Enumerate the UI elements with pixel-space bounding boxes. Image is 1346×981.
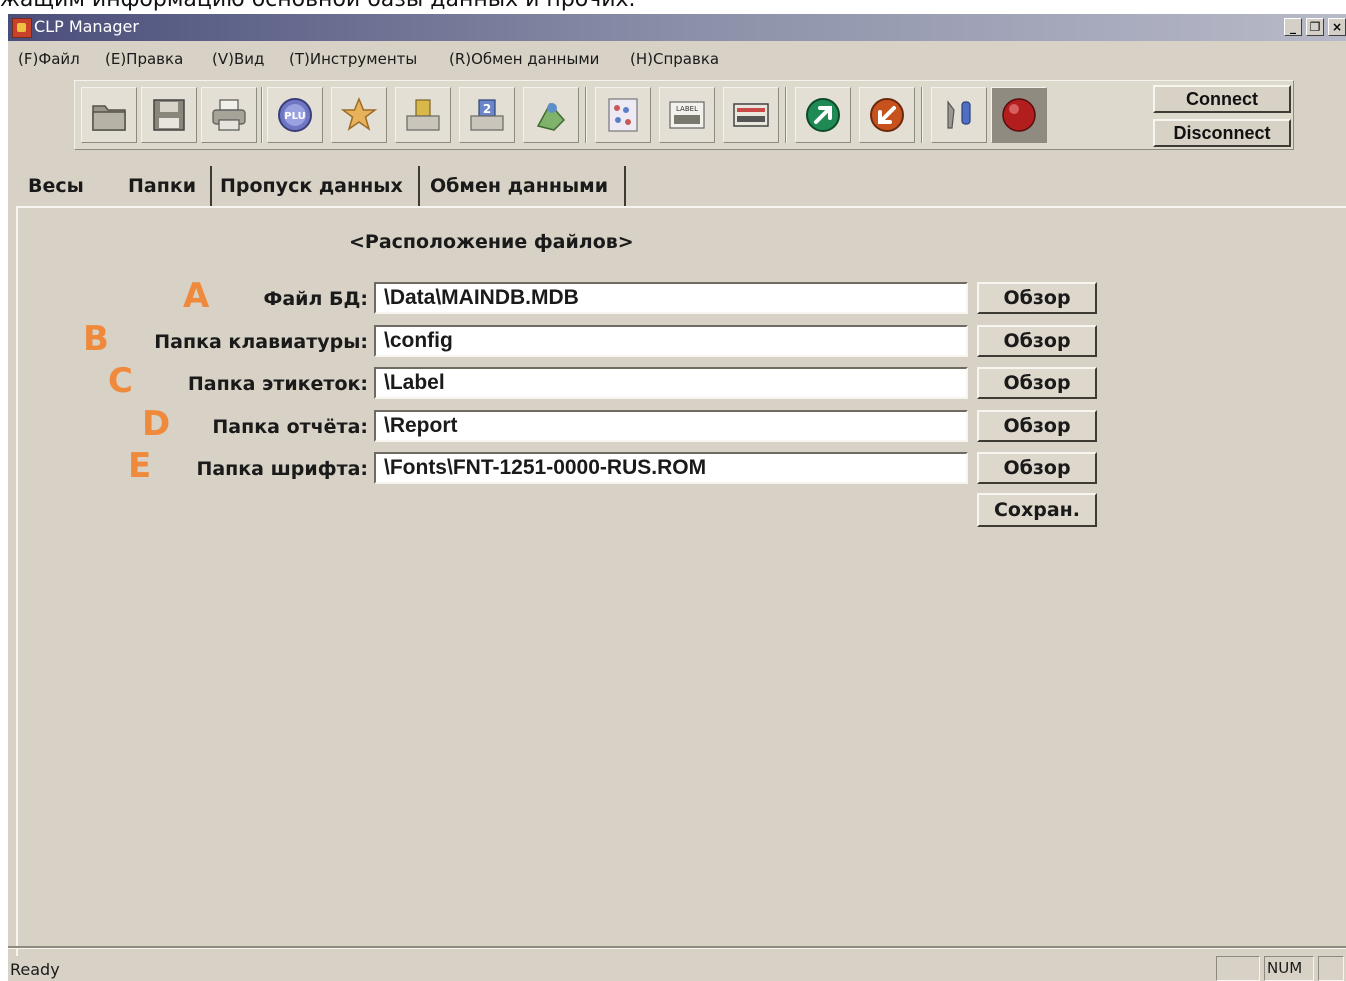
app-logo-icon [12,18,32,38]
menu-edit[interactable]: (E)Правка [105,50,183,68]
list-icon [608,98,638,132]
arrow-down-left-icon [870,98,904,132]
folder-icon [92,105,126,131]
status-text: Ready [10,960,60,979]
tab-data-skip[interactable]: Пропуск данных [212,166,420,206]
title-bar: CLP Manager _ ❐ × [8,14,1346,41]
browse-button[interactable]: Обзор [977,452,1097,484]
scale-2-icon: 2 [470,99,504,131]
label-icon: LABEL [669,101,705,129]
row-label: Папка этикеток: [187,373,368,395]
report-folder-field[interactable]: \Report [374,410,968,442]
menu-file[interactable]: (F)Файл [18,50,80,68]
tab-folders[interactable]: Папки [120,166,212,206]
open-button[interactable] [81,87,137,143]
receive-button[interactable] [859,87,915,143]
status-pane [1216,956,1260,981]
label-button[interactable]: LABEL [659,87,715,143]
tab-panel-border [16,206,1346,208]
section-title: <Расположение файлов> [349,231,634,253]
send-button[interactable] [795,87,851,143]
svg-text:2: 2 [483,102,491,116]
keyboard-folder-field[interactable]: \config [374,325,968,357]
settings-button[interactable] [931,87,987,143]
settings-row: D Папка отчёта: \Report Обзор [8,404,1346,444]
browse-button[interactable]: Обзор [977,410,1097,442]
list-button[interactable] [595,87,651,143]
settings-row: A Файл БД: \Data\MAINDB.MDB Обзор [8,276,1346,316]
tab-data-exchange[interactable]: Обмен данными [420,166,626,206]
menu-help[interactable]: (H)Справка [630,50,719,68]
toolbar-separator [261,87,263,143]
page-caption: жащим информацию основной базы данных и … [0,0,1346,13]
restore-icon[interactable]: ❐ [1306,18,1324,36]
scale-2-button[interactable]: 2 [459,87,515,143]
settings-row: B Папка клавиатуры: \config Обзор [8,319,1346,359]
disconnect-button[interactable]: Disconnect [1153,119,1291,147]
close-icon[interactable]: × [1328,18,1346,36]
plu-icon: PLU [278,98,312,132]
browse-button[interactable]: Обзор [977,282,1097,314]
annotation-letter: E [128,446,152,486]
clp-manager-window: CLP Manager _ ❐ × (F)Файл (E)Правка (V)В… [8,14,1346,981]
plu-icon-text: PLU [284,111,305,122]
status-pane [1318,956,1344,981]
print-button[interactable] [201,87,257,143]
toolbar-separator [585,87,587,143]
settings-row: C Папка этикеток: \Label Обзор [8,361,1346,401]
tab-scales[interactable]: Весы [28,166,118,206]
keyboard-icon [536,102,566,131]
row-label: Папка отчёта: [212,416,368,438]
browse-button[interactable]: Обзор [977,325,1097,357]
font-folder-field[interactable]: \Fonts\FNT-1251-0000-RUS.ROM [374,452,968,484]
row-label: Папка клавиатуры: [154,331,368,353]
num-lock-indicator: NUM [1264,956,1314,981]
save-icon [153,99,185,131]
menu-view[interactable]: (V)Вид [212,50,264,68]
menu-tools[interactable]: (T)Инструменты [289,50,417,68]
annotation-letter: D [142,404,171,444]
annotation-letter: A [183,276,210,316]
favorites-button[interactable] [331,87,387,143]
save-button[interactable]: Сохран. [977,493,1097,527]
toolbar-separator [921,87,923,143]
arrow-up-right-icon [806,98,840,132]
tab-bar: Весы Папки Пропуск данных Обмен данными [16,166,1336,206]
row-label: Папка шрифта: [196,458,368,480]
minimize-icon[interactable]: _ [1284,18,1302,36]
label-folder-field[interactable]: \Label [374,367,968,399]
save-file-button[interactable] [141,87,197,143]
record-icon [1002,98,1036,132]
menu-bar: (F)Файл (E)Правка (V)Вид (T)Инструменты … [8,45,1346,71]
annotation-letter: B [83,319,109,359]
store-button[interactable] [723,87,779,143]
settings-icon [947,100,971,129]
menu-data-exchange[interactable]: (R)Обмен данными [449,50,599,68]
db-file-field[interactable]: \Data\MAINDB.MDB [374,282,968,314]
browse-button[interactable]: Обзор [977,367,1097,399]
plu-button[interactable]: PLU [267,87,323,143]
keyboard-button[interactable] [523,87,579,143]
scale-icon [406,99,440,131]
toolbar-separator [785,87,787,143]
window-title: CLP Manager [34,17,139,36]
toolbar: PLU 2 LABEL Connect Disconnect [74,80,1294,150]
tab-panel-border [16,206,18,956]
settings-row: E Папка шрифта: \Fonts\FNT-1251-0000-RUS… [8,446,1346,486]
print-icon [212,99,246,131]
star-icon [340,97,378,131]
annotation-letter: C [108,361,133,401]
row-label: Файл БД: [263,288,368,310]
status-divider [8,948,1346,949]
label-icon-text: LABEL [676,105,698,113]
store-icon [733,103,769,127]
connect-button[interactable]: Connect [1153,85,1291,113]
record-button[interactable] [991,87,1047,143]
scale-button[interactable] [395,87,451,143]
